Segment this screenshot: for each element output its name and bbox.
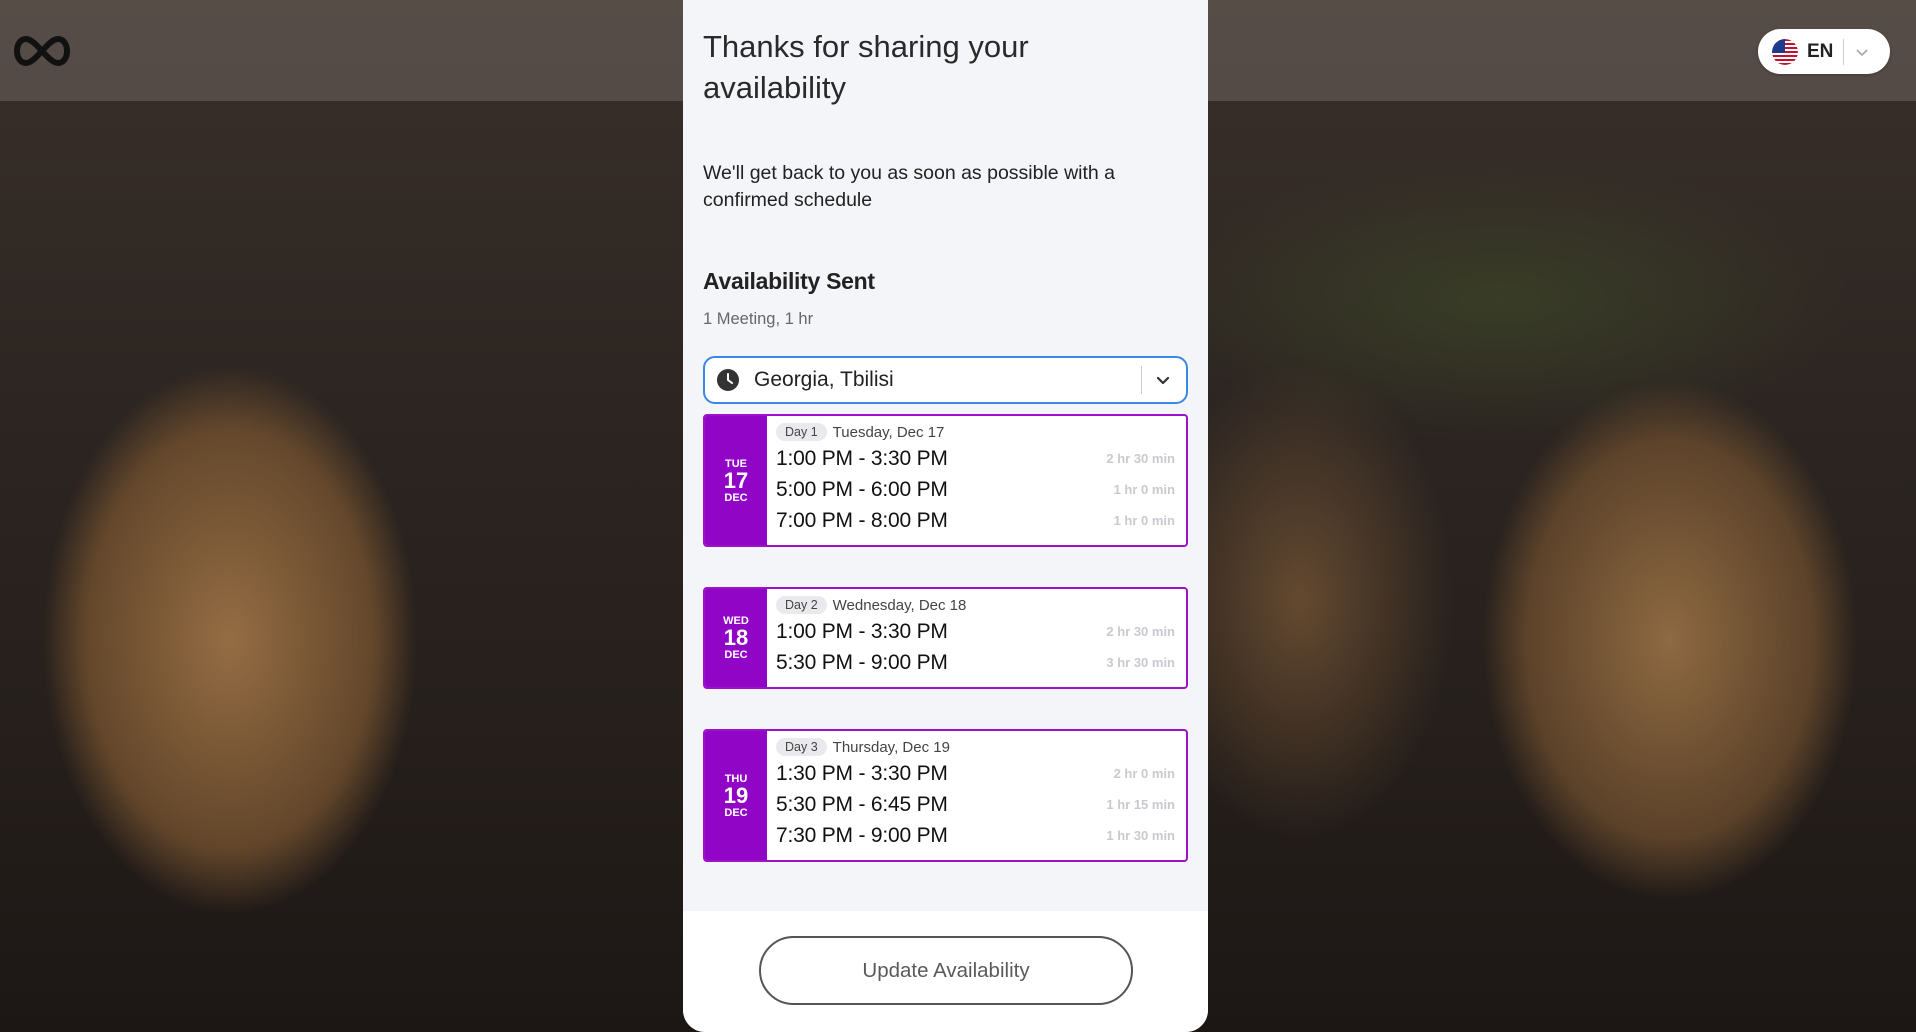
- slot-duration: 1 hr 0 min: [1113, 482, 1175, 497]
- confirmation-message: We'll get back to you as soon as possibl…: [703, 162, 1116, 211]
- day-tag: Day 2: [776, 596, 827, 614]
- divider: [1141, 366, 1142, 394]
- slot-time: 5:00 PM - 6:00 PM: [776, 477, 948, 501]
- page-title: Thanks for sharing your availability: [703, 29, 1029, 105]
- slot-duration: 2 hr 30 min: [1106, 624, 1175, 639]
- chevron-down-icon[interactable]: [1154, 371, 1172, 389]
- badge-month: DEC: [724, 491, 748, 504]
- slot-time: 5:30 PM - 6:45 PM: [776, 792, 948, 816]
- badge-day-number: 19: [723, 782, 749, 808]
- time-slot: 1:00 PM - 3:30 PM 2 hr 30 min: [776, 616, 1176, 647]
- date-badge: TUE 17 DEC: [705, 416, 767, 545]
- time-slot: 5:00 PM - 6:00 PM 1 hr 0 min: [776, 474, 1176, 505]
- day-date: Wednesday, Dec 18: [832, 596, 967, 614]
- day-tag: Day 3: [776, 738, 827, 756]
- slot-time: 7:30 PM - 9:00 PM: [776, 823, 948, 847]
- chevron-down-icon: [1856, 48, 1868, 56]
- day-body: Day 3 Thursday, Dec 19 1:30 PM - 3:30 PM…: [767, 731, 1186, 860]
- badge-day-number: 18: [723, 625, 749, 650]
- time-slot: 5:30 PM - 6:45 PM 1 hr 15 min: [776, 789, 1176, 820]
- slot-duration: 1 hr 15 min: [1106, 797, 1175, 812]
- clock-icon: [717, 369, 739, 391]
- time-slot: 1:00 PM - 3:30 PM 2 hr 30 min: [776, 443, 1176, 474]
- day-date: Thursday, Dec 19: [832, 738, 950, 756]
- infinity-logo-icon[interactable]: [10, 31, 74, 71]
- day-tag: Day 1: [776, 423, 827, 441]
- time-slot: 7:00 PM - 8:00 PM 1 hr 0 min: [776, 505, 1176, 536]
- date-badge: WED 18 DEC: [705, 589, 767, 687]
- slot-time: 5:30 PM - 9:00 PM: [776, 650, 948, 674]
- day-card-2: WED 18 DEC Day 2 Wednesday, Dec 18 1:00 …: [703, 587, 1188, 689]
- section-title: Availability Sent: [703, 268, 875, 294]
- slot-duration: 1 hr 30 min: [1106, 828, 1175, 843]
- slot-duration: 2 hr 30 min: [1106, 451, 1175, 466]
- language-code: EN: [1807, 40, 1834, 62]
- day-body: Day 2 Wednesday, Dec 18 1:00 PM - 3:30 P…: [767, 589, 1186, 687]
- update-availability-button[interactable]: Update Availability: [759, 936, 1133, 1005]
- time-slot: 1:30 PM - 3:30 PM 2 hr 0 min: [776, 758, 1176, 789]
- badge-month: DEC: [724, 806, 748, 819]
- badge-day-number: 17: [723, 467, 749, 493]
- day-body: Day 1 Tuesday, Dec 17 1:00 PM - 3:30 PM …: [767, 416, 1186, 545]
- time-slot: 5:30 PM - 9:00 PM 3 hr 30 min: [776, 647, 1176, 678]
- time-slot: 7:30 PM - 9:00 PM 1 hr 30 min: [776, 820, 1176, 851]
- divider: [1843, 38, 1844, 65]
- slot-duration: 3 hr 30 min: [1106, 655, 1175, 670]
- day-header: Day 1 Tuesday, Dec 17: [776, 421, 1176, 443]
- slot-duration: 2 hr 0 min: [1113, 766, 1175, 781]
- slot-time: 7:00 PM - 8:00 PM: [776, 508, 948, 532]
- slot-time: 1:00 PM - 3:30 PM: [776, 446, 948, 470]
- slot-duration: 1 hr 0 min: [1113, 513, 1175, 528]
- badge-month: DEC: [724, 649, 748, 661]
- meeting-info: 1 Meeting, 1 hr: [703, 310, 814, 328]
- availability-panel: Thanks for sharing your availability We'…: [683, 0, 1208, 1032]
- timezone-value: Georgia, Tbilisi: [754, 368, 894, 391]
- day-date: Tuesday, Dec 17: [832, 423, 945, 441]
- language-selector[interactable]: EN: [1758, 29, 1890, 74]
- slot-time: 1:30 PM - 3:30 PM: [776, 761, 948, 785]
- slot-time: 1:00 PM - 3:30 PM: [776, 619, 948, 643]
- day-card-3: THU 19 DEC Day 3 Thursday, Dec 19 1:30 P…: [703, 729, 1188, 862]
- day-card-1: TUE 17 DEC Day 1 Tuesday, Dec 17 1:00 PM…: [703, 414, 1188, 547]
- us-flag-icon: [1772, 38, 1798, 65]
- day-header: Day 3 Thursday, Dec 19: [776, 736, 1176, 758]
- timezone-select[interactable]: Georgia, Tbilisi: [703, 356, 1188, 404]
- date-badge: THU 19 DEC: [705, 731, 767, 860]
- day-header: Day 2 Wednesday, Dec 18: [776, 594, 1176, 616]
